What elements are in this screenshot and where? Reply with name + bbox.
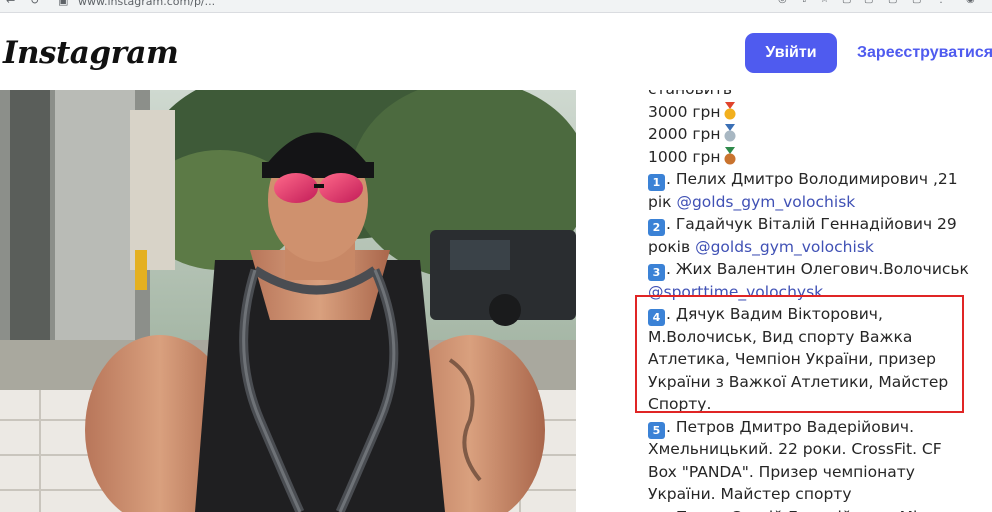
share-icon[interactable]: ⇧ — [800, 0, 808, 5]
caption-line-text: років — [648, 237, 696, 256]
bronze-medal-icon — [724, 146, 735, 164]
caption-line: 1000 грн — [648, 146, 988, 169]
instagram-header: Instagram Увійти Зареєструватися — [0, 13, 992, 89]
highlight-box — [635, 295, 964, 413]
browser-toolbar: ← ↻ ▣ www.instagram.com/p/... ◎ ⇧ ☆ ▢ ▢ … — [0, 0, 992, 13]
silver-medal-icon — [724, 124, 735, 142]
caption-line: 2. Гадайчук Віталій Геннадійович 29 — [648, 213, 988, 236]
sidebar-icon[interactable]: ▢ — [888, 0, 897, 5]
caption-line: 3. Жих Валентин Олегович.Волочиськ — [648, 258, 988, 281]
mention-link[interactable]: @golds_gym_volochisk — [695, 238, 874, 256]
lock-icon: ▣ — [58, 0, 69, 7]
number-emoji-icon: 2 — [648, 219, 665, 236]
caption-line: Хмельницький. 22 роки. CrossFit. CF — [648, 438, 988, 461]
extension-icon[interactable]: ▢ — [842, 0, 851, 5]
caption-line: 5. Петров Дмитро Вадерійович. — [648, 416, 988, 439]
number-emoji-icon: 3 — [648, 264, 665, 281]
back-icon[interactable]: ← — [6, 0, 15, 7]
caption-line: становить — [648, 90, 988, 101]
caption-line-text: становить — [648, 90, 732, 98]
address-bar[interactable]: www.instagram.com/p/... — [78, 0, 215, 8]
caption-line: 6. Поляк Сергій Генадійович. Мі... — [648, 506, 988, 512]
caption-line: 1. Пелих Дмитро Володимирович ,21 — [648, 168, 988, 191]
instagram-logo[interactable]: Instagram — [3, 35, 179, 71]
caption-line-text: України. Майстер спорту — [648, 485, 852, 503]
signup-link[interactable]: Зареєструватися — [857, 44, 992, 62]
caption-line: 2000 грн — [648, 123, 988, 146]
caption-line-text: . Пелих Дмитро Володимирович ,21 — [666, 170, 958, 188]
number-emoji-icon: 1 — [648, 174, 665, 191]
reload-icon[interactable]: ↻ — [30, 0, 39, 7]
athlete-photo-illustration — [0, 90, 576, 512]
caption-line-text: . Жих Валентин Олегович.Волочиськ — [666, 260, 969, 278]
number-emoji-icon: 5 — [648, 421, 665, 439]
download-icon[interactable]: ▢ — [864, 0, 873, 5]
post-photo — [0, 90, 576, 512]
caption-line-text: . Петров Дмитро Вадерійович. — [666, 417, 914, 436]
profile-icon[interactable]: ◉ — [966, 0, 975, 5]
caption-line-text: Box "PANDA". Призер чемпіонату — [648, 462, 915, 481]
caption-line-text: 2000 грн — [648, 125, 721, 143]
caption-line: років @golds_gym_volochisk — [648, 236, 988, 259]
caption-line-text: Хмельницький. 22 роки. CrossFit. CF — [648, 440, 942, 458]
bookmark-icon[interactable]: ☆ — [820, 0, 829, 5]
caption-line: Box "PANDA". Призер чемпіонату — [648, 461, 988, 484]
tab-icon[interactable]: ▢ — [912, 0, 921, 5]
caption-line-text: рік — [648, 192, 677, 211]
caption-line-text: . Гадайчук Віталій Геннадійович 29 — [666, 215, 957, 233]
caption-line: України. Майстер спорту — [648, 483, 988, 506]
translate-icon[interactable]: ◎ — [778, 0, 787, 5]
gold-medal-icon — [724, 101, 735, 119]
mention-link[interactable]: @golds_gym_volochisk — [676, 193, 855, 211]
caption-line-text: 3000 грн — [648, 102, 721, 121]
caption-line-text: . Поляк Сергій Генадійович. Мі... — [666, 508, 932, 512]
menu-icon[interactable]: ⋮ — [936, 0, 946, 5]
caption-line: рік @golds_gym_volochisk — [648, 191, 988, 214]
caption-line-text: 1000 грн — [648, 147, 721, 166]
login-button[interactable]: Увійти — [745, 33, 837, 73]
caption-line: 3000 грн — [648, 101, 988, 124]
